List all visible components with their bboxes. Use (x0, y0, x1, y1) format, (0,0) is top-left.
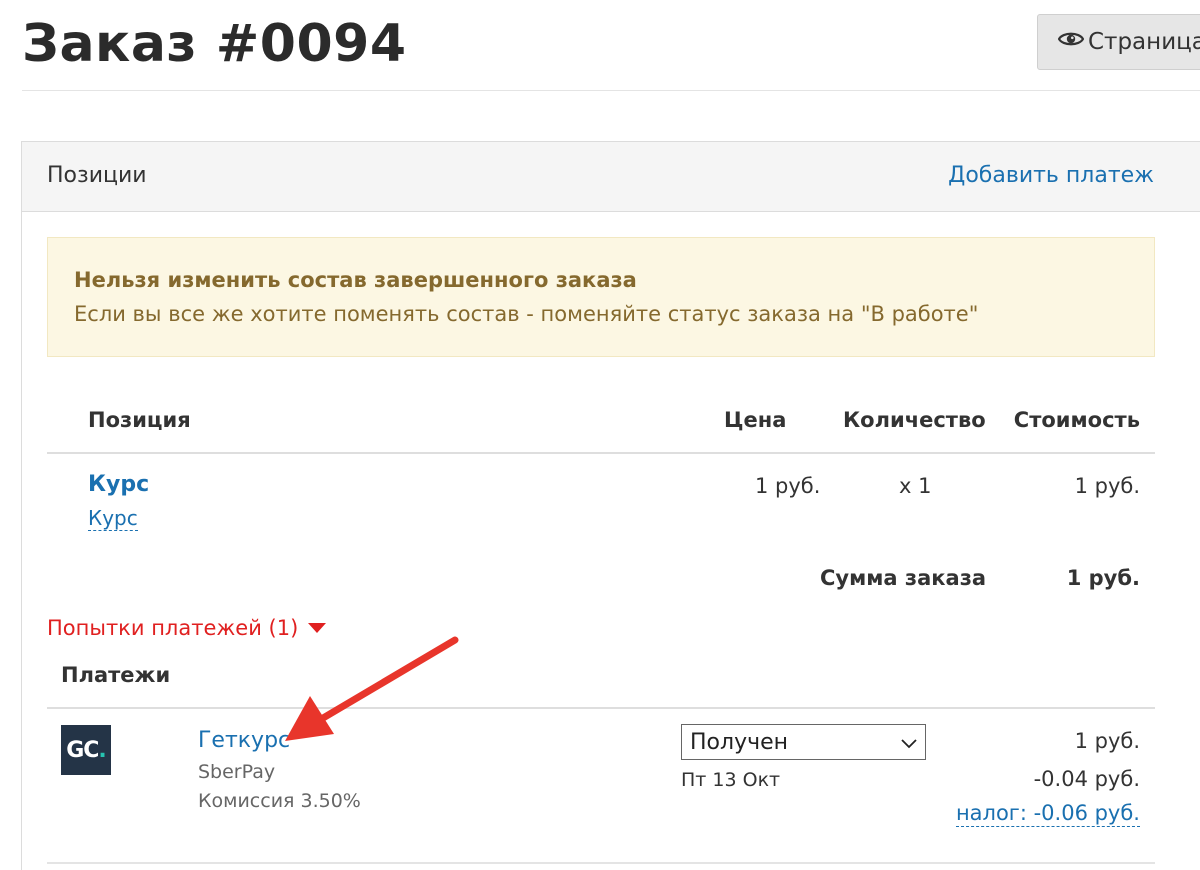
payment-attempts-label: Попытки платежей (1) (47, 616, 299, 640)
header-divider (22, 90, 1200, 91)
payments-divider (47, 707, 1155, 709)
alert-text: Если вы все же хотите поменять состав - … (74, 302, 979, 326)
payment-commission: Комиссия 3.50% (198, 790, 361, 812)
item-name-link[interactable]: Курс (88, 472, 149, 497)
payment-status-select[interactable]: Получен (681, 724, 926, 760)
payments-bottom-divider (47, 862, 1155, 864)
eye-icon (1057, 29, 1085, 55)
order-page: Заказ #0094 Страница Позиции Добавить пл… (0, 0, 1200, 870)
warning-alert: Нельзя изменить состав завершенного зака… (47, 237, 1155, 357)
view-page-button-label: Страница (1088, 29, 1200, 55)
caret-down-icon (308, 623, 327, 633)
table-header-divider (47, 452, 1155, 454)
logo-accent: . (98, 737, 106, 763)
payment-method: SberPay (198, 761, 276, 783)
column-header-position: Позиция (88, 408, 191, 432)
view-page-button[interactable]: Страница (1037, 14, 1200, 70)
add-payment-link[interactable]: Добавить платеж (948, 163, 1154, 188)
getcourse-logo: GC. (61, 725, 111, 775)
column-header-quantity: Количество (843, 408, 986, 432)
payment-fee: -0.04 руб. (1033, 767, 1140, 791)
item-subname-link[interactable]: Курс (88, 506, 138, 531)
panel-title: Позиции (47, 163, 147, 188)
payments-heading: Платежи (61, 663, 171, 687)
column-header-price: Цена (724, 408, 787, 432)
logo-text: GC (66, 737, 99, 763)
item-cost: 1 руб. (1074, 474, 1140, 498)
payment-date: Пт 13 Окт (681, 769, 781, 791)
item-price: 1 руб. (755, 474, 821, 498)
alert-title: Нельзя изменить состав завершенного зака… (74, 268, 637, 292)
payment-status-value: Получен (690, 729, 789, 755)
chevron-down-icon (901, 730, 917, 755)
page-title: Заказ #0094 (22, 14, 407, 74)
payment-tax-link[interactable]: налог: -0.06 руб. (955, 800, 1140, 827)
item-quantity: x 1 (899, 474, 932, 498)
payment-provider-link[interactable]: Геткурс (198, 728, 290, 753)
payment-amount: 1 руб. (1074, 729, 1140, 753)
column-header-cost: Стоимость (1013, 408, 1140, 432)
panel-header: Позиции Добавить платеж (22, 142, 1200, 212)
order-total-value: 1 руб. (1066, 566, 1140, 590)
order-total-label: Сумма заказа (820, 566, 987, 590)
payment-attempts-toggle[interactable]: Попытки платежей (1) (47, 616, 327, 640)
